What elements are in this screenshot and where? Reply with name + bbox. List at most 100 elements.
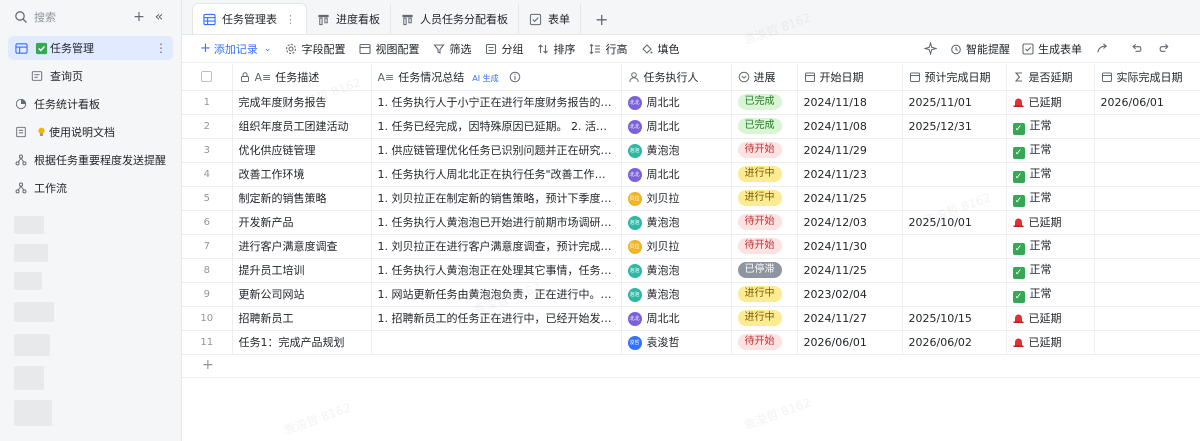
cell-due-date[interactable]: 2026/06/02 (902, 330, 1007, 355)
cell-actual-date[interactable] (1094, 234, 1200, 259)
cell-actual-date[interactable] (1094, 258, 1200, 283)
cell-actual-date[interactable] (1094, 186, 1200, 211)
row-index[interactable]: 10 (182, 306, 233, 331)
cell-progress[interactable]: 待开始 (731, 138, 798, 163)
row-index[interactable]: 9 (182, 282, 233, 307)
cell-actual-date[interactable] (1094, 138, 1200, 163)
cell-task-desc[interactable]: 提升员工培训 (232, 258, 372, 283)
cell-due-date[interactable] (902, 258, 1007, 283)
cell-task-desc[interactable]: 改善工作环境 (232, 162, 372, 187)
more-icon[interactable]: ⋮ (285, 13, 296, 26)
cell-progress[interactable]: 已停滞 (731, 258, 798, 283)
cell-actual-date[interactable] (1094, 210, 1200, 235)
table-row[interactable]: 2 组织年度员工团建活动 1. 任务已经完成，因特殊原因已延期。 2. 活动已...… (182, 114, 1200, 139)
cell-due-date[interactable] (902, 138, 1007, 163)
add-icon[interactable]: + (129, 9, 149, 25)
cell-summary[interactable]: 1. 任务已经完成，因特殊原因已延期。 2. 活动已... (371, 114, 622, 139)
cell-task-desc[interactable]: 更新公司网站 (232, 282, 372, 307)
cell-delayed[interactable]: ✓ 正常 (1006, 186, 1095, 211)
tab-assignment-board[interactable]: 人员任务分配看板 (391, 4, 519, 34)
tab-task-table[interactable]: 任务管理表 ⋮ (192, 3, 307, 34)
cell-progress[interactable]: 进行中 (731, 186, 798, 211)
cell-progress[interactable]: 已完成 (731, 114, 798, 139)
sidebar-item-usage-doc[interactable]: 使用说明文档 (8, 120, 173, 144)
cell-start-date[interactable]: 2024/11/23 (797, 162, 903, 187)
share-icon[interactable] (1096, 42, 1110, 56)
cell-summary[interactable]: 1. 招聘新员工的任务正在进行中，已经开始发布... (371, 306, 622, 331)
cell-task-desc[interactable]: 任务1：完成产品规划 (232, 330, 372, 355)
cell-progress[interactable]: 进行中 (731, 282, 798, 307)
cell-task-desc[interactable]: 制定新的销售策略 (232, 186, 372, 211)
row-index[interactable]: 4 (182, 162, 233, 187)
cell-start-date[interactable]: 2024/11/30 (797, 234, 903, 259)
cell-summary[interactable] (371, 330, 622, 355)
cell-actual-date[interactable] (1094, 306, 1200, 331)
cell-summary[interactable]: 1. 供应链管理优化任务已识别问题并正在研究解... (371, 138, 622, 163)
column-header-summary[interactable]: A≡ 任务情况总结 AI 生成 (371, 64, 622, 91)
cell-start-date[interactable]: 2024/11/18 (797, 90, 903, 115)
row-index[interactable]: 6 (182, 210, 233, 235)
cell-delayed[interactable]: 已延期 (1006, 330, 1095, 355)
cell-delayed[interactable]: 已延期 (1006, 210, 1095, 235)
cell-due-date[interactable]: 2025/10/01 (902, 210, 1007, 235)
sidebar-item-query-page[interactable]: 查询页 (8, 64, 173, 88)
cell-due-date[interactable]: 2025/11/01 (902, 90, 1007, 115)
generate-form-button[interactable]: 生成表单 (1022, 41, 1082, 57)
info-icon[interactable] (509, 71, 521, 83)
cell-due-date[interactable]: 2025/12/31 (902, 114, 1007, 139)
cell-actual-date[interactable] (1094, 282, 1200, 307)
cell-start-date[interactable]: 2024/12/03 (797, 210, 903, 235)
collapse-sidebar-icon[interactable]: « (149, 9, 169, 25)
column-header-assignee[interactable]: 任务执行人 (621, 64, 732, 91)
row-index[interactable]: 11 (182, 330, 233, 355)
undo-icon[interactable] (1130, 42, 1144, 56)
table-row[interactable]: 7 进行客户满意度调查 1. 刘贝拉正在进行客户满意度调查，预计完成日... 贝拉 刘贝… (182, 234, 1200, 259)
cell-delayed[interactable]: ✓ 正常 (1006, 138, 1095, 163)
cell-assignee[interactable]: 浚哲 袁浚哲 (621, 330, 732, 355)
cell-progress[interactable]: 进行中 (731, 306, 798, 331)
tab-form[interactable]: 表单 (519, 4, 581, 34)
cell-start-date[interactable]: 2023/02/04 (797, 282, 903, 307)
table-row[interactable]: 9 更新公司网站 1. 网站更新任务由黄泡泡负责，正在进行中。 2. ... 泡泡 黄泡… (182, 282, 1200, 307)
cell-due-date[interactable] (902, 234, 1007, 259)
filter-button[interactable]: 筛选 (433, 41, 471, 57)
cell-progress[interactable]: 已完成 (731, 90, 798, 115)
sidebar-item-reminder-automation[interactable]: 根据任务重要程度发送提醒 (8, 148, 173, 172)
cell-task-desc[interactable]: 进行客户满意度调查 (232, 234, 372, 259)
cell-start-date[interactable]: 2024/11/25 (797, 258, 903, 283)
table-row[interactable]: 8 提升员工培训 1. 任务执行人黄泡泡正在处理其它事情，任务已... 泡泡 黄泡泡 已停… (182, 258, 1200, 283)
field-config-button[interactable]: 字段配置 (285, 41, 345, 57)
column-header-due-date[interactable]: 预计完成日期 (902, 64, 1007, 91)
select-all-checkbox[interactable] (201, 71, 213, 83)
column-header-start-date[interactable]: 开始日期 (797, 64, 903, 91)
row-index[interactable]: 8 (182, 258, 233, 283)
sparkle-icon[interactable] (924, 41, 938, 56)
cell-assignee[interactable]: 北北 周北北 (621, 114, 732, 139)
cell-assignee[interactable]: 泡泡 黄泡泡 (621, 210, 732, 235)
cell-task-desc[interactable]: 开发新产品 (232, 210, 372, 235)
cell-start-date[interactable]: 2024/11/08 (797, 114, 903, 139)
cell-due-date[interactable] (902, 186, 1007, 211)
cell-due-date[interactable] (902, 282, 1007, 307)
cell-delayed[interactable]: ✓ 正常 (1006, 258, 1095, 283)
group-button[interactable]: 分组 (485, 41, 523, 57)
column-header-delayed[interactable]: 是否延期 (1006, 64, 1095, 91)
sidebar-item-task-dashboard[interactable]: 任务统计看板 (8, 92, 173, 116)
cell-task-desc[interactable]: 招聘新员工 (232, 306, 372, 331)
cell-due-date[interactable] (902, 162, 1007, 187)
redo-icon[interactable] (1158, 42, 1172, 56)
cell-summary[interactable]: 1. 任务执行人周北北正在执行任务"改善工作环境... (371, 162, 622, 187)
cell-due-date[interactable]: 2025/10/15 (902, 306, 1007, 331)
more-icon[interactable]: ⋮ (155, 41, 167, 55)
cell-delayed[interactable]: ✓ 正常 (1006, 234, 1095, 259)
add-record-button[interactable]: + 添加记录 ⌄ (200, 41, 271, 57)
cell-actual-date[interactable] (1094, 162, 1200, 187)
cell-assignee[interactable]: 北北 周北北 (621, 162, 732, 187)
cell-start-date[interactable]: 2024/11/25 (797, 186, 903, 211)
cell-delayed[interactable]: 已延期 (1006, 306, 1095, 331)
cell-delayed[interactable]: ✓ 正常 (1006, 114, 1095, 139)
cell-actual-date[interactable]: 2026/06/01 (1094, 90, 1200, 115)
cell-summary[interactable]: 1. 任务执行人于小宁正在进行年度财务报告的制作... (371, 90, 622, 115)
cell-summary[interactable]: 1. 刘贝拉正在制定新的销售策略，预计下季度开... (371, 186, 622, 211)
cell-actual-date[interactable] (1094, 330, 1200, 355)
